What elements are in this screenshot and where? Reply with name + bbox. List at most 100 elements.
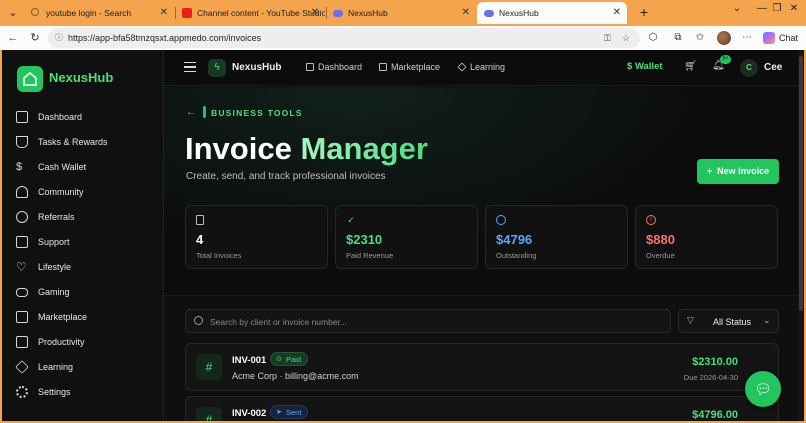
copilot-chat-button[interactable]: Chat — [763, 29, 803, 47]
refresh-icon[interactable]: ↻ — [27, 30, 43, 46]
lightning-logo-icon[interactable]: ϟ — [208, 59, 226, 77]
invoice-row[interactable]: # INV-002 ➤ Sent $4796.00 — [185, 396, 779, 421]
new-invoice-label: New Invoice — [717, 166, 770, 176]
minimize-icon[interactable]: — — [754, 3, 770, 14]
chevron-down-icon[interactable]: ⌄ — [729, 3, 745, 14]
sidebar-item-label: Marketplace — [38, 312, 88, 322]
dashboard-icon — [306, 63, 314, 71]
hash-icon: # — [196, 407, 222, 421]
dollar-icon: $ — [16, 161, 23, 173]
stat-card-outstanding: $4796 Outstanding — [485, 205, 628, 269]
stat-label: Outstanding — [496, 251, 537, 260]
topnav-marketplace[interactable]: Marketplace — [379, 62, 440, 72]
user-avatar[interactable]: C — [740, 59, 758, 77]
book-icon — [16, 336, 28, 348]
favorite-star-icon[interactable]: ☆ — [622, 28, 630, 48]
wallet-label: Wallet — [634, 61, 663, 72]
new-invoice-button[interactable]: + New Invoice — [697, 159, 779, 184]
browser-tab-3[interactable]: NexusHub ✕ — [326, 2, 476, 24]
sidebar-item-lifestyle[interactable]: ♡ Lifestyle — [16, 258, 156, 276]
close-tab-icon[interactable]: ✕ — [462, 2, 470, 24]
section-label: BUSINESS TOOLS — [211, 108, 303, 118]
sidebar-item-support[interactable]: Support — [16, 233, 156, 251]
back-icon[interactable]: ← — [5, 30, 21, 46]
dashboard-icon — [16, 111, 28, 123]
sidebar-item-label: Dashboard — [38, 112, 83, 122]
split-screen-icon[interactable]: ⧉ — [671, 31, 685, 45]
restore-icon[interactable]: ❐ — [769, 3, 785, 14]
more-menu-icon[interactable]: ⋯ — [740, 31, 754, 45]
page-title-part2: Manager — [300, 131, 428, 166]
browser-tab-4[interactable]: NexusHub ✕ — [477, 2, 627, 24]
sidebar-item-label: Gaming — [38, 287, 70, 297]
sidebar-item-label: Learning — [38, 362, 74, 372]
sidebar-item-productivity[interactable]: Productivity — [16, 333, 156, 351]
back-arrow-icon[interactable]: ← — [186, 107, 196, 118]
profile-avatar[interactable] — [717, 31, 731, 45]
close-tab-icon[interactable]: ✕ — [160, 2, 168, 24]
chat-bubble-button[interactable]: 💬︎ — [745, 371, 781, 407]
key-icon[interactable]: ⚿ — [604, 28, 611, 48]
status-text: Paid — [286, 355, 302, 364]
invoice-row[interactable]: # INV-001 ⊙ Paid Acme Corp · billing@acme… — [185, 343, 779, 391]
sidebar-item-label: Productivity — [38, 337, 85, 347]
browser-window: ⌄ youtube login - Search ✕ Channel conte… — [0, 0, 806, 423]
sidebar-item-label: Settings — [38, 387, 71, 397]
check-circle-icon: ✓ — [347, 215, 355, 225]
sidebar-item-community[interactable]: Community — [16, 183, 156, 201]
sidebar-item-cash-wallet[interactable]: $ Cash Wallet — [16, 158, 156, 176]
share-icon — [16, 211, 28, 223]
scrollbar-thumb[interactable] — [799, 56, 803, 311]
topnav-dashboard[interactable]: Dashboard — [306, 62, 362, 72]
favorites-icon[interactable]: ✩ — [693, 31, 707, 45]
user-name[interactable]: Cee — [764, 62, 782, 73]
page-title-part1: Invoice — [185, 131, 301, 166]
tab-strip: ⌄ youtube login - Search ✕ Channel conte… — [0, 0, 806, 26]
sidebar-item-dashboard[interactable]: Dashboard — [16, 108, 156, 126]
search-icon — [194, 316, 203, 325]
topnav-label: Marketplace — [391, 62, 441, 72]
hamburger-menu-icon[interactable] — [184, 62, 196, 72]
address-bar[interactable]: ⓘ https://app-bfa58tmzqsxt.appmedo.com/i… — [48, 28, 640, 48]
tab-actions-menu-icon[interactable]: ⌄ — [4, 4, 22, 22]
heart-icon: ♡ — [16, 260, 27, 274]
sidebar-item-label: Tasks & Rewards — [38, 137, 108, 147]
clock-icon — [496, 215, 506, 225]
send-icon: ➤ — [276, 409, 282, 416]
document-icon — [196, 215, 204, 225]
sidebar-item-gaming[interactable]: Gaming — [16, 283, 156, 301]
topnav-label: Learning — [470, 62, 506, 72]
sidebar-item-label: Support — [38, 237, 70, 247]
sidebar-item-tasks-rewards[interactable]: Tasks & Rewards — [16, 133, 156, 151]
sidebar-item-learning[interactable]: Learning — [15, 358, 156, 376]
sidebar-item-settings[interactable]: Settings — [16, 383, 156, 401]
home-logo-icon[interactable] — [17, 66, 43, 92]
page-scrollbar[interactable] — [798, 50, 804, 421]
browser-tab-1[interactable]: youtube login - Search ✕ — [24, 2, 174, 24]
status-badge: ➤ Sent — [270, 405, 309, 419]
browser-tab-2[interactable]: Channel content - YouTube Studio ✕ — [175, 2, 325, 24]
gamepad-icon — [16, 288, 28, 297]
invoice-number: INV-001 — [232, 355, 267, 366]
invoice-number: INV-002 — [232, 408, 267, 419]
trophy-icon — [16, 136, 28, 148]
cart-icon[interactable]: 🛒︎ — [684, 61, 697, 72]
sidebar-item-referrals[interactable]: Referrals — [16, 208, 156, 226]
status-badge: ⊙ Paid — [270, 352, 309, 366]
wallet-button[interactable]: $ Wallet — [627, 61, 663, 72]
invoice-client: Acme Corp · billing@acme.com — [232, 371, 359, 381]
search-input[interactable]: Search by client or invoice number... — [185, 309, 671, 333]
topnav-learning[interactable]: Learning — [457, 62, 506, 72]
section-accent-bar — [203, 106, 206, 118]
close-window-icon[interactable]: ✕ — [786, 3, 802, 14]
new-tab-button[interactable]: + — [636, 4, 652, 20]
check-circle-icon: ⊙ — [276, 356, 282, 363]
copilot-icon — [763, 32, 775, 44]
status-filter-select[interactable]: ▽ All Status ⌄ — [678, 309, 779, 333]
close-tab-icon[interactable]: ✕ — [311, 2, 319, 24]
close-tab-icon[interactable]: ✕ — [613, 2, 621, 24]
extensions-icon[interactable]: ⬡ — [646, 31, 660, 45]
site-info-icon[interactable]: ⓘ — [55, 28, 63, 48]
sidebar-item-marketplace[interactable]: Marketplace — [16, 308, 156, 326]
notification-badge: 9+ — [720, 55, 731, 64]
